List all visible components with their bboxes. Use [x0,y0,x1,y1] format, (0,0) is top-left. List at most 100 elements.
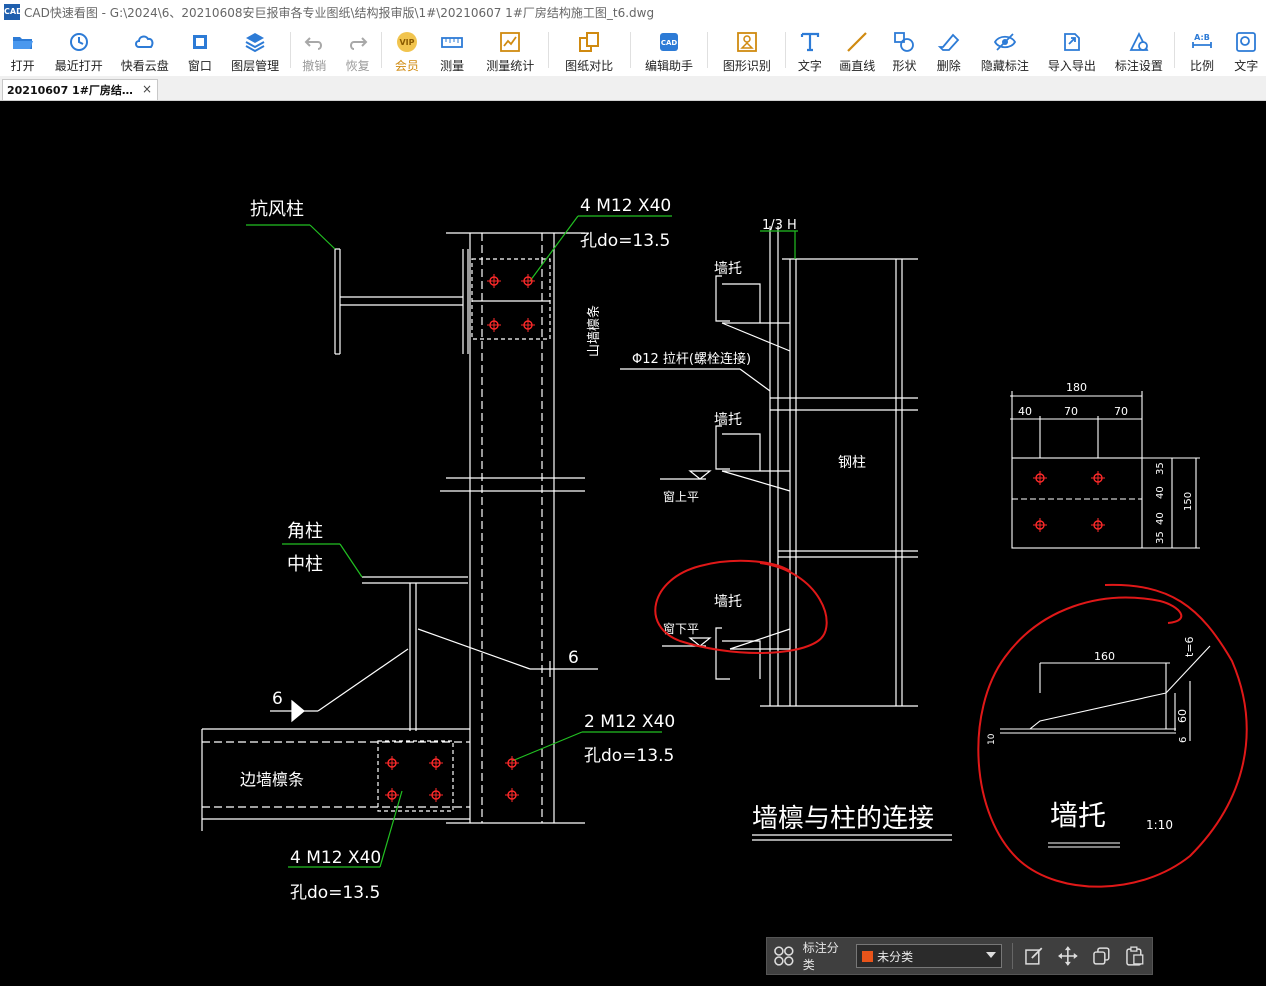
toolbar-button-line[interactable]: 画直线 [832,24,883,76]
tab-document[interactable]: 20210607 1#厂房结… × [2,79,158,100]
redo-icon [349,37,367,50]
measure-stats-icon [500,32,521,52]
toolbar-button-label: 快看云盘 [120,59,169,73]
annotation-category-label: 标注分类 [802,941,839,972]
edit-icon[interactable] [1023,945,1045,967]
title-bar: CAD CAD快速看图 - G:\2024\6、20210608安巨报审各专业图… [0,0,1266,25]
import-export-icon [1064,33,1080,51]
toolbar-divider [1012,943,1014,969]
hide-annotation-icon [993,33,1016,51]
document-tab-bar: 20210607 1#厂房结… × [0,76,1266,101]
text-search-icon [1236,32,1257,52]
window-icon [192,35,207,49]
main-toolbar: 打开 最近打开 快看云盘 窗口 图层管理 撤销 恢复 VIP 会员 测量 测量统计 图纸对比 CAD 编辑… [0,24,1266,76]
label-plate-180: 180 [1066,381,1087,394]
label-qiangtuo-2: 墙托 [714,412,742,428]
toolbar-button-annotation-settings[interactable]: 标注设置 [1105,24,1172,76]
grid-icon[interactable] [773,945,795,967]
label-plate-35b: 35 [1155,531,1166,544]
label-zhongzhu: 中柱 [287,554,323,575]
toolbar-button-redo[interactable]: 恢复 [336,24,379,76]
label-hole-bot: 孔do=13.5 [290,883,380,903]
toolbar-button-eraser[interactable]: 删除 [926,24,971,76]
toolbar-button-label: 隐藏标注 [980,59,1029,73]
shape-recognition-icon [736,32,757,52]
cloud-icon [134,35,154,48]
label-plate-40b: 40 [1155,512,1166,525]
toolbar-button-text-search[interactable]: 文字 [1227,24,1266,76]
toolbar-button-vip[interactable]: VIP 会员 [384,24,429,76]
label-bianqianglintiao: 边墙檩条 [240,770,304,789]
toolbar-button-hide-annotation[interactable]: 隐藏标注 [971,24,1038,76]
chevron-down-icon [986,952,997,958]
toolbar-button-window[interactable]: 窗口 [177,24,222,76]
tab-close-icon[interactable]: × [142,82,152,96]
toolbar-button-label: 图纸对比 [565,59,614,73]
layers-icon [245,33,265,53]
folder-open-icon [12,37,33,49]
label-chuangshangping: 窗上平 [663,490,699,504]
label-bolt-mid: 2 M12 X40 [584,712,675,732]
shape-icon [894,32,915,52]
cad-drawing-canvas[interactable]: 抗风柱 4 M12 X40 孔do=13.5 山墙檩条 角柱 中柱 6 6 边墙… [0,101,1266,986]
toolbar-button-ruler[interactable]: 测量 [430,24,475,76]
toolbar-separator [1174,32,1176,68]
toolbar-button-cloud[interactable]: 快看云盘 [112,24,177,76]
toolbar-button-import-export[interactable]: 导入导出 [1038,24,1105,76]
scale-icon: A:B [1192,33,1212,48]
toolbar-button-label: 恢复 [345,59,370,73]
toolbar-button-label: 会员 [394,59,419,73]
toolbar-button-label: 画直线 [839,59,876,73]
copy-icon[interactable] [1091,945,1113,967]
label-detail-6: 6 [1178,737,1189,743]
toolbar-button-label: 打开 [10,59,35,73]
toolbar-button-shape[interactable]: 形状 [883,24,926,76]
tab-document-label: 20210607 1#厂房结… [7,84,133,97]
label-gangzhu: 钢柱 [838,455,866,471]
toolbar-button-label: 编辑助手 [644,59,693,73]
toolbar-button-undo[interactable]: 撤销 [293,24,336,76]
toolbar-button-folder-open[interactable]: 打开 [0,24,45,76]
toolbar-button-label: 文字 [797,59,822,73]
annotation-category-select[interactable]: 未分类 [856,944,1003,968]
toolbar-button-shape-recognition[interactable]: 图形识别 [710,24,783,76]
toolbar-button-label: 形状 [892,59,917,73]
toolbar-button-scale[interactable]: A:B 比例 [1177,24,1226,76]
annotation-toolbar: 标注分类 未分类 [766,937,1153,975]
paste-icon[interactable] [1124,945,1146,967]
ruler-icon [441,37,464,48]
toolbar-button-label: 图形识别 [722,59,771,73]
toolbar-button-measure-stats[interactable]: 测量统计 [475,24,546,76]
toolbar-button-history[interactable]: 最近打开 [45,24,112,76]
svg-text:A:B: A:B [1194,33,1210,42]
label-section-title: 墙檩与柱的连接 [752,804,934,834]
toolbar-button-label: 测量统计 [486,59,535,73]
label-detail-10: 10 [987,733,997,745]
app-logo-icon: CAD [4,4,23,20]
edit-assistant-icon: CAD [659,33,678,51]
eraser-icon [937,33,960,51]
toolbar-button-text[interactable]: 文字 [788,24,831,76]
category-color-swatch [862,950,874,962]
label-weld-6a: 6 [568,648,579,668]
toolbar-button-compare[interactable]: 图纸对比 [551,24,628,76]
line-icon [847,32,867,52]
toolbar-button-layers[interactable]: 图层管理 [223,24,288,76]
label-hole-top: 孔do=13.5 [580,231,670,251]
history-icon [69,33,88,51]
move-icon[interactable] [1057,945,1079,967]
label-bolt-bot: 4 M12 X40 [290,848,381,868]
label-bolt-top: 4 M12 X40 [580,196,671,216]
label-plate-150: 150 [1183,492,1194,511]
toolbar-button-label: 最近打开 [54,59,103,73]
toolbar-button-edit-assistant[interactable]: CAD 编辑助手 [633,24,706,76]
label-qiangtuo-scale: 1:10 [1146,818,1173,832]
toolbar-button-label: 导入导出 [1047,59,1096,73]
toolbar-separator [785,32,787,68]
label-qiangtuo-1: 墙托 [714,261,742,277]
toolbar-button-label: 图层管理 [231,59,280,73]
toolbar-button-label: 文字 [1234,59,1259,73]
label-plate-40a: 40 [1155,486,1166,499]
annotation-category-value: 未分类 [877,949,914,964]
toolbar-separator [289,32,291,68]
